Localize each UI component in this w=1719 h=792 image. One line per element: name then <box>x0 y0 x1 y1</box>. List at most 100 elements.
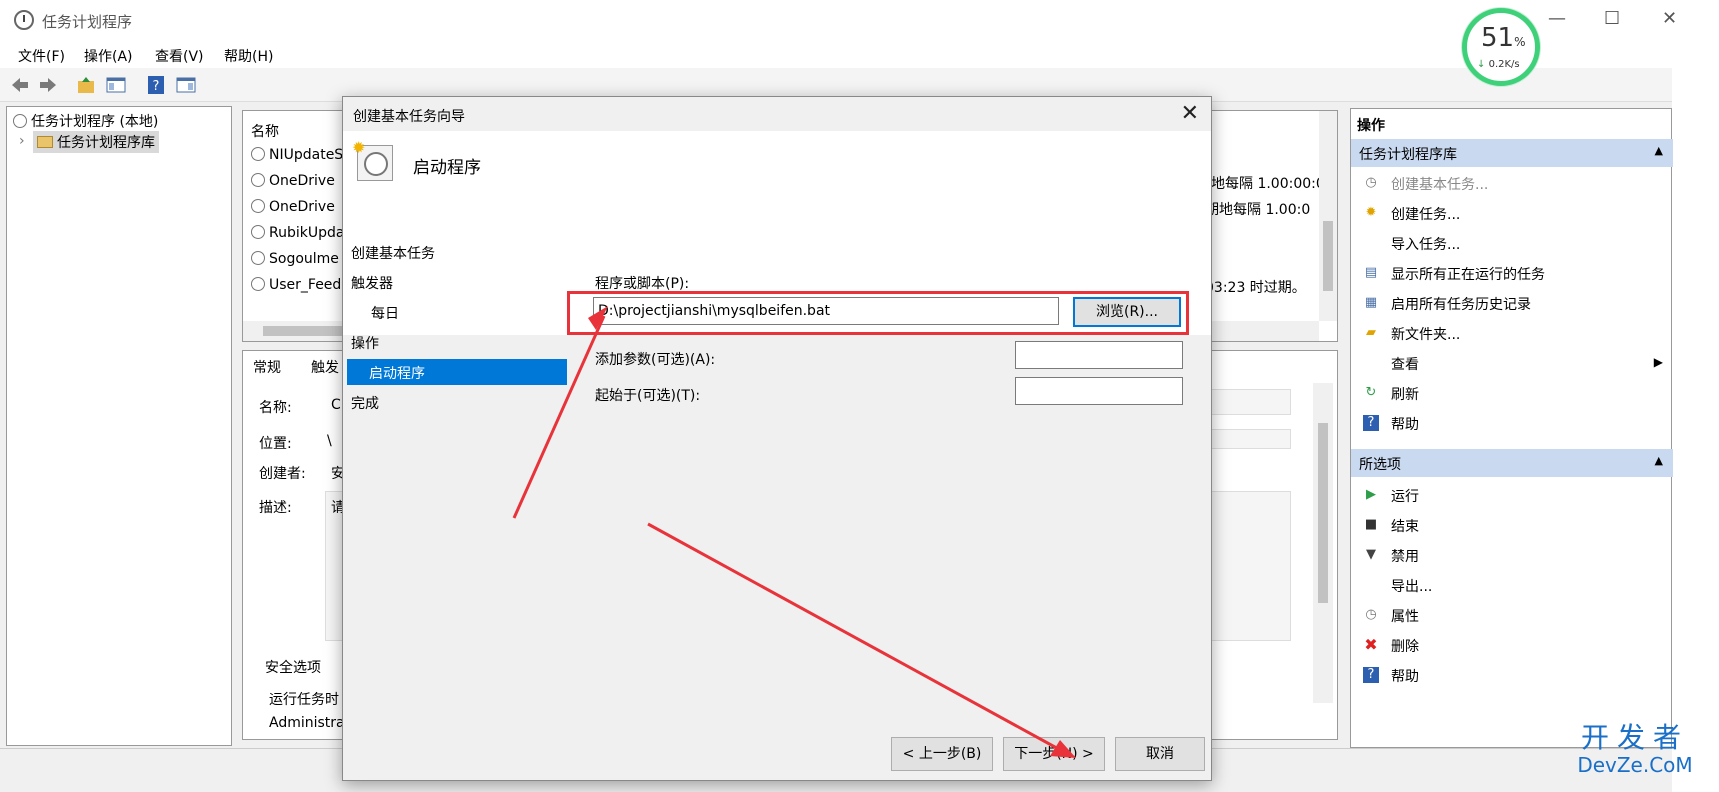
scrollbar-thumb[interactable] <box>1318 423 1328 603</box>
action-run[interactable]: ▶ 运行 <box>1351 481 1673 509</box>
task-row[interactable]: RubikUpda <box>251 225 344 241</box>
label-location: 位置: <box>259 436 292 452</box>
label-author: 创建者: <box>259 466 306 482</box>
location-field <box>1203 429 1291 449</box>
step-action: 操作 <box>351 336 379 352</box>
create-task-icon: ✹ <box>1365 205 1377 220</box>
network-speed-widget[interactable]: 51% ↓ 0.2K/s <box>1462 8 1540 86</box>
task-row[interactable]: NIUpdateS <box>251 147 343 163</box>
create-basic-task-icon: ◷ <box>1365 175 1377 190</box>
watermark: 开发者 DevZe.CoM <box>1560 721 1710 777</box>
action-import-task[interactable]: 导入任务... <box>1351 229 1673 257</box>
watermark-line1: 开发者 <box>1580 721 1689 754</box>
up-folder-icon[interactable] <box>76 75 96 95</box>
action-help-selected[interactable]: ? 帮助 <box>1351 661 1673 689</box>
action-enable-history[interactable]: ▦ 启用所有任务历史记录 <box>1351 289 1673 317</box>
watermark-line2: DevZe.CoM <box>1577 753 1693 777</box>
action-view[interactable]: 查看 ▶ <box>1351 349 1673 377</box>
label-name: 名称: <box>259 400 292 416</box>
task-clock-icon <box>251 277 265 291</box>
section-header-selected[interactable]: 所选项 ▲ <box>1351 449 1673 477</box>
vertical-scrollbar[interactable] <box>1313 383 1333 703</box>
action-refresh[interactable]: ↻ 刷新 <box>1351 379 1673 407</box>
navigation-tree: 任务计划程序 (本地) › 任务计划程序库 <box>6 106 232 746</box>
next-button[interactable]: 下一步(N) > <box>1003 737 1105 771</box>
scrollbar-thumb[interactable] <box>1323 221 1333 291</box>
action-help[interactable]: ? 帮助 <box>1351 409 1673 437</box>
tree-item-library-label: 任务计划程序库 <box>57 135 155 151</box>
task-row[interactable]: User_Feed <box>251 277 341 293</box>
action-create-task[interactable]: ✹ 创建任务... <box>1351 199 1673 227</box>
tab-triggers[interactable]: 触发 <box>311 357 339 377</box>
show-hide-tree-icon[interactable] <box>106 75 126 95</box>
start-in-input[interactable] <box>1015 377 1183 405</box>
scrollbar-thumb[interactable] <box>263 326 353 336</box>
collapse-icon[interactable]: ▲ <box>1655 144 1663 157</box>
task-trigger: 期地每隔 1.00:0 <box>1205 202 1311 218</box>
maximize-button[interactable]: ☐ <box>1604 8 1620 29</box>
vertical-scrollbar[interactable] <box>1319 111 1337 321</box>
show-action-pane-icon[interactable] <box>176 75 196 95</box>
action-properties[interactable]: ◷ 属性 <box>1351 601 1673 629</box>
help-icon: ? <box>1363 415 1379 431</box>
tree-root-label: 任务计划程序 (本地) <box>31 114 159 130</box>
minimize-button[interactable]: — <box>1548 8 1566 29</box>
tree-item-library[interactable]: 任务计划程序库 <box>33 131 159 153</box>
forward-icon[interactable] <box>38 75 58 95</box>
step-daily: 每日 <box>371 306 399 322</box>
actions-pane: 操作 任务计划程序库 ▲ ◷ 创建基本任务... ✹ 创建任务... 导入任务...… <box>1350 108 1673 748</box>
task-clock-icon <box>251 147 265 161</box>
step-finish: 完成 <box>351 396 379 412</box>
menu-file[interactable]: 文件(F) <box>18 46 65 66</box>
action-disable[interactable]: ▼ 禁用 <box>1351 541 1673 569</box>
menu-action[interactable]: 操作(A) <box>84 46 133 66</box>
value-name: C <box>331 397 341 413</box>
cancel-button[interactable]: 取消 <box>1115 737 1205 771</box>
task-row[interactable]: Sogoulme <box>251 251 339 267</box>
action-new-folder[interactable]: ▰ 新文件夹... <box>1351 319 1673 347</box>
annotation-highlight-box <box>567 291 1189 335</box>
end-icon: ■ <box>1364 517 1378 532</box>
menu-help[interactable]: 帮助(H) <box>224 46 273 66</box>
help-icon: ? <box>1363 667 1379 683</box>
close-button[interactable]: ✕ <box>1662 8 1677 29</box>
security-run-as-label: 运行任务时 <box>269 692 339 708</box>
description-field <box>1203 491 1291 641</box>
security-account: Administra <box>269 715 345 731</box>
back-button[interactable]: < 上一步(B) <box>891 737 993 771</box>
step-start-program: 启动程序 <box>347 359 567 385</box>
add-arguments-label: 添加参数(可选)(A): <box>595 352 716 368</box>
folder-icon <box>37 136 53 148</box>
action-delete[interactable]: ✖ 删除 <box>1351 631 1673 659</box>
tab-general[interactable]: 常规 <box>253 357 281 377</box>
add-arguments-input[interactable] <box>1015 341 1183 369</box>
tree-root[interactable]: 任务计划程序 (本地) <box>13 111 158 131</box>
security-section-title: 安全选项 <box>265 660 321 676</box>
actions-pane-title: 操作 <box>1357 118 1385 134</box>
task-wizard-icon: ✹ <box>352 138 393 181</box>
disable-icon: ▼ <box>1366 547 1376 562</box>
action-end[interactable]: ■ 结束 <box>1351 511 1673 539</box>
collapse-icon[interactable]: ▲ <box>1655 454 1663 467</box>
menu-view[interactable]: 查看(V) <box>155 46 204 66</box>
help-icon[interactable]: ? <box>146 75 166 95</box>
task-clock-icon <box>251 251 265 265</box>
run-icon: ▶ <box>1366 487 1376 502</box>
action-export[interactable]: 导出... <box>1351 571 1673 599</box>
section-header-library[interactable]: 任务计划程序库 ▲ <box>1351 139 1673 167</box>
dialog-close-icon[interactable]: ✕ <box>1181 101 1199 126</box>
dialog-title: 创建基本任务向导 <box>353 109 465 125</box>
column-header-name[interactable]: 名称 <box>251 121 279 141</box>
submenu-arrow-icon: ▶ <box>1653 355 1663 369</box>
task-clock-icon <box>251 199 265 213</box>
back-icon[interactable] <box>10 75 30 95</box>
history-icon: ▦ <box>1364 295 1378 310</box>
task-row[interactable]: OneDrive <box>251 199 335 215</box>
action-create-basic-task[interactable]: ◷ 创建基本任务... <box>1351 169 1673 197</box>
svg-text:?: ? <box>153 79 160 94</box>
task-row[interactable]: OneDrive <box>251 173 335 189</box>
label-description: 描述: <box>259 500 292 516</box>
section-header-selected-label: 所选项 <box>1359 457 1401 473</box>
action-show-running-tasks[interactable]: ▤ 显示所有正在运行的任务 <box>1351 259 1673 287</box>
expand-chevron-icon[interactable]: › <box>19 133 25 149</box>
